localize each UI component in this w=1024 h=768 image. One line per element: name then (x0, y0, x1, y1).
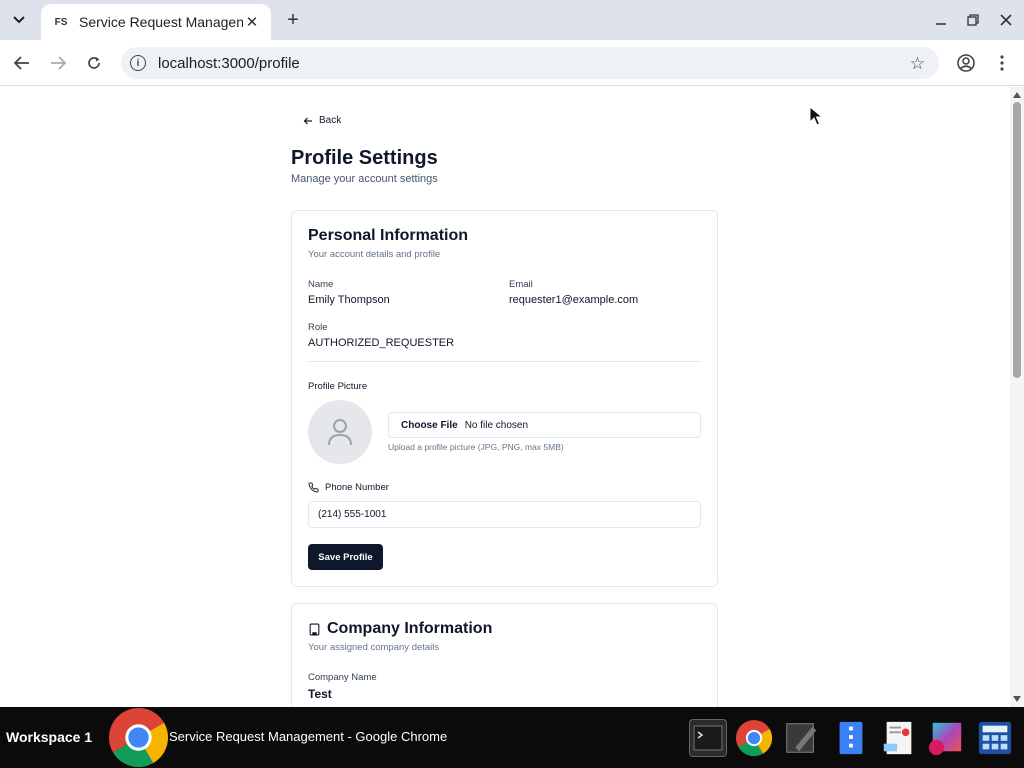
document-viewer-icon[interactable] (880, 719, 918, 757)
phone-icon (308, 482, 319, 493)
personal-info-card: Personal Information Your account detail… (291, 210, 718, 587)
calculator-icon[interactable] (976, 719, 1014, 757)
bookmark-star-icon[interactable]: ☆ (910, 54, 925, 74)
upload-hint: Upload a profile picture (JPG, PNG, max … (388, 442, 564, 452)
scroll-thumb[interactable] (1013, 102, 1021, 378)
page-scrollbar[interactable] (1010, 87, 1024, 707)
phone-label-text: Phone Number (325, 482, 389, 493)
avatar (308, 400, 372, 464)
file-manager-icon[interactable] (832, 719, 870, 757)
minimize-icon[interactable] (931, 10, 951, 30)
tab-search-chevron-icon[interactable] (8, 10, 30, 30)
browser-tab[interactable]: FS Service Request Managen ✕ (41, 4, 271, 40)
section-divider (308, 361, 701, 362)
image-editor-icon[interactable] (927, 719, 965, 757)
back-arrow-small-icon (303, 117, 312, 124)
user-placeholder-icon (328, 419, 352, 446)
back-link[interactable]: Back (303, 115, 341, 126)
address-bar[interactable]: i localhost:3000/profile ☆ (121, 47, 939, 79)
mouse-cursor-icon (809, 106, 823, 126)
profile-picture-file-input[interactable]: Choose File No file chosen (388, 412, 701, 438)
phone-label: Phone Number (308, 482, 389, 493)
company-info-title: Company Information (327, 620, 493, 637)
new-tab-icon[interactable]: + (282, 9, 304, 31)
choose-file-button[interactable]: Choose File (401, 420, 458, 431)
os-taskbar: Workspace 1 Service Request Management -… (0, 707, 1024, 768)
email-label: Email (509, 279, 533, 290)
role-value: AUTHORIZED_REQUESTER (308, 337, 455, 349)
workspace-label[interactable]: Workspace 1 (6, 729, 92, 745)
phone-number-input[interactable] (308, 501, 701, 528)
chrome-icon[interactable] (735, 719, 773, 757)
page-viewport: Back Profile Settings Manage your accoun… (0, 87, 1024, 707)
company-info-heading: Company Information (308, 620, 492, 638)
save-profile-button[interactable]: Save Profile (308, 544, 383, 570)
tab-close-icon[interactable]: ✕ (243, 13, 261, 31)
name-value: Emily Thompson (308, 294, 390, 306)
personal-info-title: Personal Information (308, 227, 469, 244)
name-label: Name (308, 279, 334, 290)
building-icon (309, 623, 320, 635)
forward-arrow-icon[interactable] (47, 52, 69, 74)
company-name-value: Test (308, 687, 332, 701)
browser-menu-icon[interactable] (991, 52, 1013, 74)
back-arrow-icon[interactable] (11, 52, 33, 74)
tab-title: Service Request Managen (79, 14, 243, 30)
browser-tab-bar: FS Service Request Managen ✕ + (0, 0, 1024, 40)
browser-toolbar: i localhost:3000/profile ☆ (0, 40, 1024, 86)
page-title: Profile Settings (291, 147, 438, 169)
text-editor-icon[interactable] (782, 719, 820, 757)
taskbar-window-title[interactable]: Service Request Management - Google Chro… (169, 729, 447, 744)
email-value: requester1@example.com (509, 294, 639, 306)
role-label: Role (308, 322, 328, 333)
restore-icon[interactable] (963, 10, 983, 30)
company-name-label: Company Name (308, 672, 377, 683)
page-subtitle: Manage your account settings (291, 173, 438, 185)
profile-account-icon[interactable] (955, 52, 977, 74)
no-file-chosen-text: No file chosen (464, 419, 529, 431)
terminal-icon[interactable] (689, 719, 727, 757)
scroll-up-arrow-icon[interactable] (1013, 92, 1021, 98)
company-info-card: Company Information Your assigned compan… (291, 603, 718, 707)
chrome-taskbar-icon[interactable] (108, 707, 169, 768)
scroll-down-arrow-icon[interactable] (1013, 696, 1021, 702)
profile-picture-label: Profile Picture (308, 381, 368, 392)
company-info-subtitle: Your assigned company details (308, 642, 440, 653)
back-label: Back (319, 115, 342, 126)
url-text[interactable]: localhost:3000/profile (158, 55, 300, 72)
site-info-icon[interactable]: i (130, 55, 146, 71)
personal-info-subtitle: Your account details and profile (308, 249, 441, 260)
close-window-icon[interactable] (996, 10, 1016, 30)
favicon-icon: FS (54, 16, 68, 28)
reload-icon[interactable] (83, 52, 105, 74)
